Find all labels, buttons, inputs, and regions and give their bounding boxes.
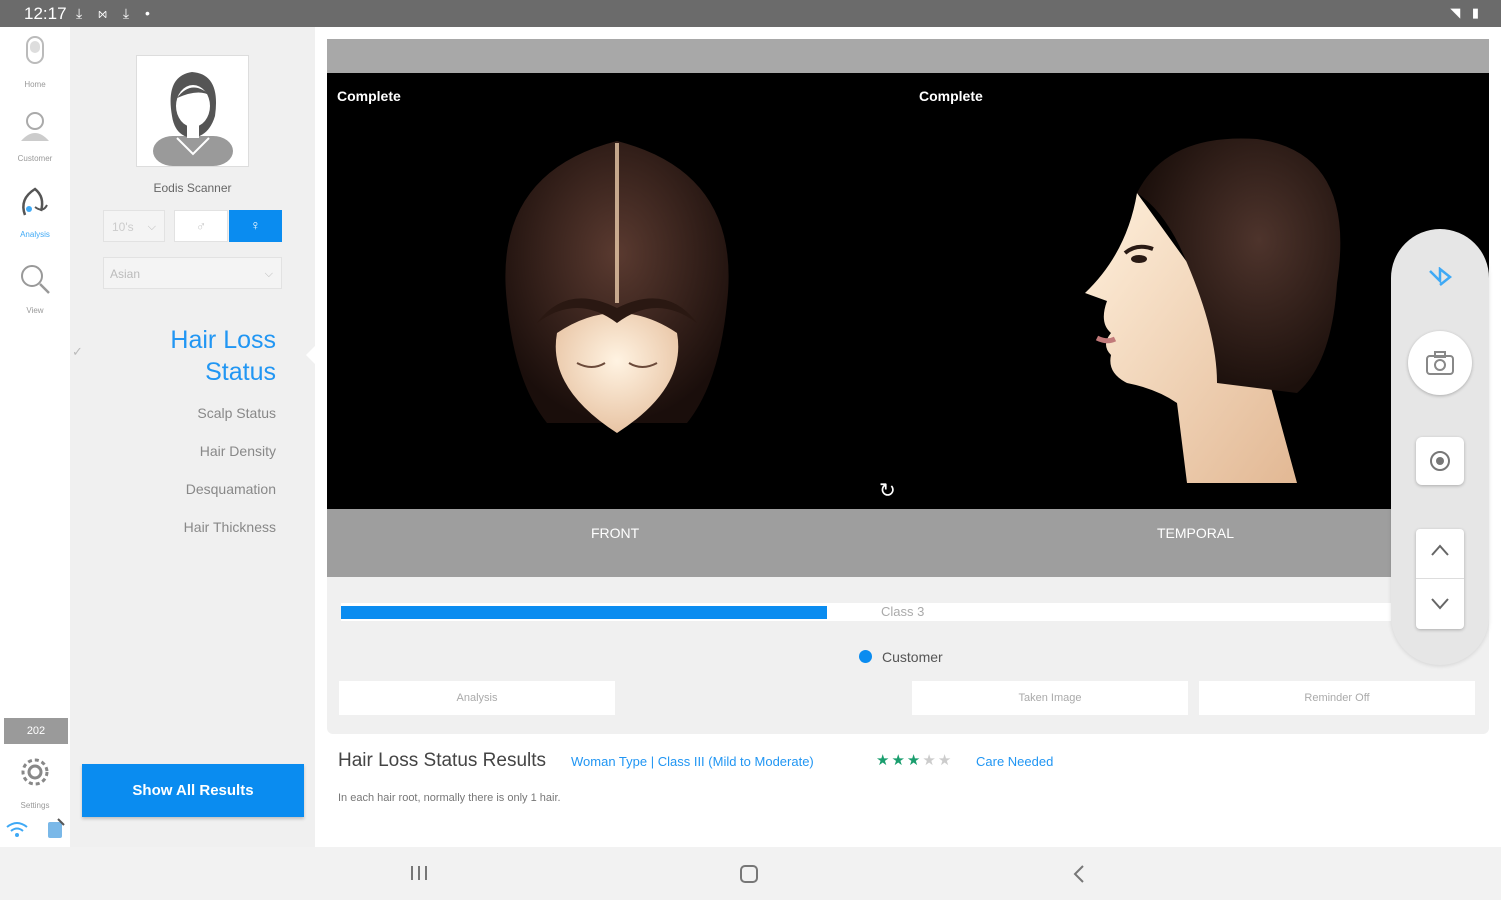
avatar bbox=[136, 55, 249, 167]
show-all-results-button[interactable]: Show All Results bbox=[82, 764, 304, 817]
chevron-down-icon: ⌵ bbox=[147, 221, 156, 233]
rail-item-settings[interactable]: Settings bbox=[0, 754, 70, 810]
temporal-label: TEMPORAL bbox=[1157, 525, 1235, 541]
rail-label-view: View bbox=[26, 306, 44, 315]
zoom-stepper bbox=[1416, 529, 1464, 629]
counter-badge: 202 bbox=[4, 718, 68, 744]
rail-label-analysis: Analysis bbox=[20, 230, 50, 239]
search-icon bbox=[21, 265, 50, 294]
gender-male-button[interactable]: ♂ bbox=[174, 210, 228, 242]
woman-avatar-icon bbox=[153, 72, 233, 166]
device-name: Eodis Scanner bbox=[153, 181, 232, 195]
hair-viewer[interactable]: Complete Complete ↻ bbox=[327, 73, 1489, 509]
rail-label-settings: Settings bbox=[20, 801, 50, 810]
rail-label-customer: Customer bbox=[17, 154, 53, 163]
rail-item-customer[interactable]: Customer bbox=[0, 107, 70, 163]
reminder-off-button[interactable]: Reminder Off bbox=[1199, 681, 1475, 715]
clipboard-icon[interactable] bbox=[46, 817, 66, 839]
rating-stars: ★★★★★ bbox=[876, 751, 953, 769]
star-empty-icon: ★ bbox=[922, 752, 938, 769]
record-button[interactable] bbox=[1416, 437, 1464, 485]
record-icon bbox=[1430, 451, 1450, 471]
temporal-head-illustration bbox=[1085, 138, 1341, 483]
female-icon: ♀ bbox=[250, 217, 261, 233]
gear-icon bbox=[21, 758, 49, 786]
menu-item-hair-thickness[interactable]: Hair Thickness bbox=[70, 519, 276, 535]
camera-icon bbox=[1426, 351, 1454, 375]
camera-control-panel bbox=[1391, 229, 1489, 665]
menu-item-hair-density[interactable]: Hair Density bbox=[70, 443, 276, 459]
star-filled-icon: ★ bbox=[906, 752, 923, 769]
class-progress-bar: Class 3 bbox=[341, 603, 1391, 621]
left-rail: Home Customer Analysis View 202 Settings bbox=[0, 27, 70, 847]
rail-item-analysis[interactable]: Analysis bbox=[0, 183, 70, 239]
analysis-icon bbox=[22, 187, 48, 216]
star-filled-icon: ★ bbox=[891, 752, 907, 769]
capture-button[interactable] bbox=[1408, 331, 1472, 395]
chevron-down-icon[interactable] bbox=[1430, 597, 1450, 611]
age-select[interactable]: 10's ⌵ bbox=[103, 210, 165, 242]
menu-item-scalp-status[interactable]: Scalp Status bbox=[70, 405, 276, 421]
chevron-up-icon[interactable] bbox=[1430, 543, 1450, 557]
rail-label-home: Home bbox=[24, 80, 46, 89]
stepper-divider bbox=[1416, 578, 1464, 579]
front-label: FRONT bbox=[591, 525, 640, 541]
gender-female-button[interactable]: ♀ bbox=[229, 210, 282, 242]
front-head-illustration bbox=[505, 141, 729, 433]
scanner-icon bbox=[26, 36, 44, 64]
analysis-card: Complete Complete ↻ FRONT TEMPORAL Class… bbox=[327, 39, 1489, 734]
race-value: Asian bbox=[110, 267, 141, 281]
rail-item-view[interactable]: View bbox=[0, 259, 70, 315]
results-title: Hair Loss Status Results bbox=[338, 750, 547, 771]
legend-label: Customer bbox=[882, 649, 943, 665]
star-empty-icon: ★ bbox=[937, 752, 954, 769]
male-icon: ♂ bbox=[195, 218, 207, 234]
status-bar: 12:17 ⤓ ⋈ ⤓ • ◥ ▮ bbox=[0, 0, 1501, 27]
legend-dot bbox=[859, 650, 872, 663]
race-select[interactable]: Asian ⌵ bbox=[103, 257, 282, 289]
system-nav-bar bbox=[0, 847, 1501, 900]
analysis-button[interactable]: Analysis bbox=[339, 681, 615, 715]
chevron-down-icon: ⌵ bbox=[264, 268, 273, 280]
legend: Customer bbox=[859, 649, 943, 665]
rail-item-home[interactable]: Home bbox=[0, 33, 70, 89]
notification-icons: ⤓ ⋈ ⤓ • bbox=[76, 5, 156, 21]
results-type: Woman Type | Class III (Mild to Moderate… bbox=[571, 754, 814, 769]
menu-item-hair-loss-status[interactable]: Hair Loss Status bbox=[70, 324, 276, 388]
age-value: 10's bbox=[112, 220, 134, 234]
taken-image-button[interactable]: Taken Image bbox=[912, 681, 1188, 715]
star-filled-icon: ★ bbox=[876, 752, 892, 769]
results-description: In each hair root, normally there is onl… bbox=[338, 792, 561, 804]
care-status: Care Needed bbox=[976, 754, 1054, 769]
wifi-icon bbox=[6, 822, 28, 837]
menu-title-line2: Status bbox=[205, 358, 276, 386]
menu-item-desquamation[interactable]: Desquamation bbox=[70, 481, 276, 497]
progress-label: Class 3 bbox=[881, 604, 925, 619]
customer-icon bbox=[21, 112, 49, 141]
back-icon[interactable] bbox=[1070, 863, 1088, 885]
menu-title-line1: Hair Loss bbox=[170, 326, 276, 354]
main-content: Complete Complete ↻ FRONT TEMPORAL Class… bbox=[315, 27, 1501, 847]
bluetooth-icon bbox=[1429, 267, 1452, 286]
viewer-header bbox=[327, 39, 1489, 73]
front-status: Complete bbox=[337, 88, 401, 104]
rotate-icon[interactable]: ↻ bbox=[879, 478, 896, 503]
profile-panel: Eodis Scanner 10's ⌵ ♂ ♀ Asian ⌵ ✓ Hair Lo… bbox=[70, 27, 316, 847]
home-icon[interactable] bbox=[738, 863, 760, 885]
recent-apps-icon[interactable] bbox=[408, 863, 430, 883]
view-labels: FRONT TEMPORAL bbox=[327, 509, 1489, 577]
progress-fill bbox=[341, 606, 828, 619]
clock: 12:17 bbox=[24, 4, 67, 23]
temporal-status: Complete bbox=[919, 88, 983, 104]
system-icons: ◥ ▮ bbox=[1450, 5, 1483, 20]
